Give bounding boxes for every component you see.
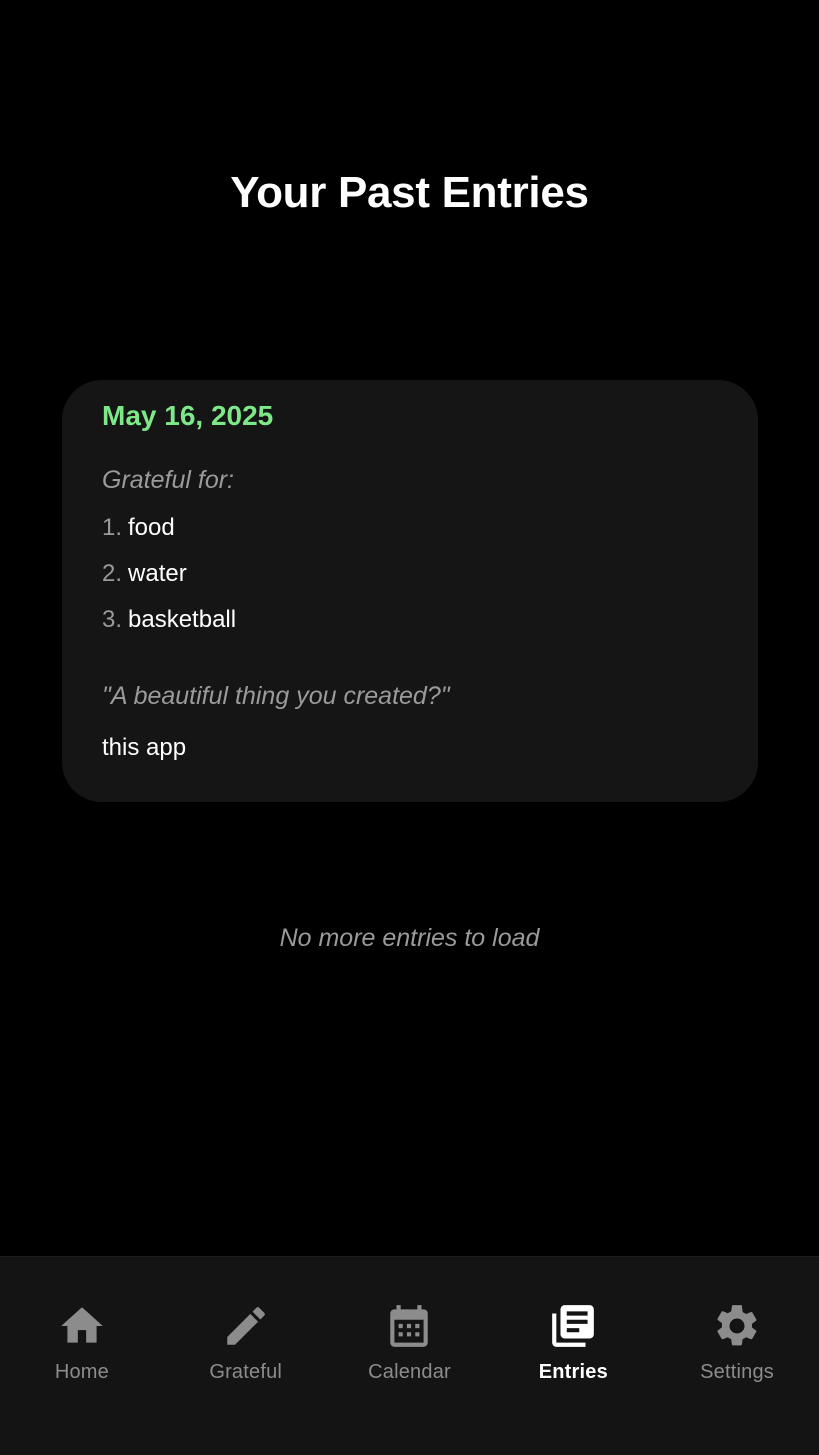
tab-entries[interactable]: Entries [491,1257,655,1455]
gear-icon [712,1301,762,1351]
gratitude-number: 2. [102,560,123,587]
bottom-tab-bar: Home Grateful Calendar Entries Settings [0,1256,819,1455]
gratitude-text: basketball [128,606,237,633]
tab-label: Entries [538,1361,608,1383]
tab-grateful[interactable]: Grateful [164,1257,328,1455]
page-title: Your Past Entries [230,168,589,217]
gratitude-item: 3. basketball [102,606,236,652]
tab-label: Grateful [209,1361,283,1383]
entries-icon [548,1301,598,1351]
gratitude-item: 2. water [102,560,236,606]
home-icon [57,1301,107,1351]
entry-card: May 16, 2025 Grateful for: 1. food 2. wate… [62,380,758,802]
calendar-icon [384,1301,434,1351]
prompt-answer: this app [102,734,187,761]
tab-label: Calendar [368,1361,451,1383]
tab-calendar[interactable]: Calendar [328,1257,492,1455]
tab-settings[interactable]: Settings [655,1257,819,1455]
gratitude-item: 1. food [102,514,236,560]
no-more-entries-message: No more entries to load [279,924,540,952]
grateful-label: Grateful for: [102,466,234,494]
gratitude-number: 3. [102,606,123,633]
gratitude-number: 1. [102,514,123,541]
gratitude-list: 1. food 2. water 3. basketball [102,514,236,652]
tab-label: Settings [700,1361,775,1383]
tab-home[interactable]: Home [0,1257,164,1455]
gratitude-text: food [128,514,175,541]
tab-label: Home [54,1361,109,1383]
entry-date: May 16, 2025 [102,400,274,431]
pencil-icon [221,1301,271,1351]
prompt-question: "A beautiful thing you created?" [102,682,450,710]
gratitude-text: water [128,560,187,587]
